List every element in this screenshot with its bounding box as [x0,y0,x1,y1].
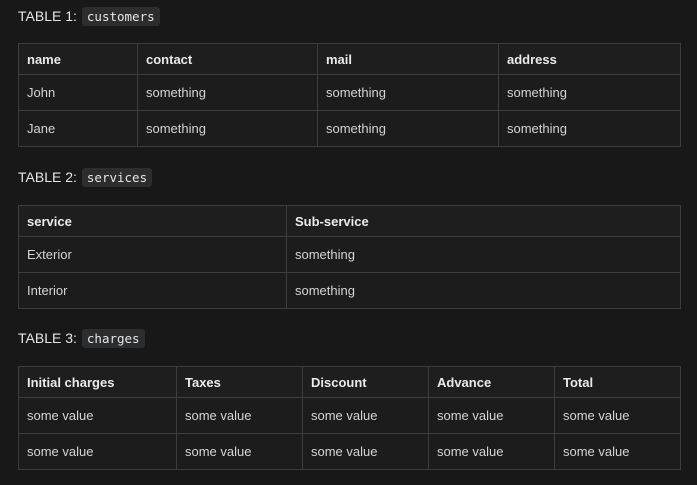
table-cell: something [317,110,499,147]
column-header: name [18,43,138,75]
column-header: Discount [302,366,429,398]
table-cell: Interior [18,272,287,309]
table-cell: something [286,272,681,309]
customers-table: name contact mail address John something… [18,43,681,147]
table-2-caption-code: services [81,167,153,187]
table-header-row: service Sub-service [18,205,681,237]
table-3-caption-prefix: TABLE 3: [18,330,77,346]
table-3-caption: TABLE 3: charges [18,327,145,349]
table-row: some value some value some value some va… [18,433,681,470]
table-row: Interior something [18,272,681,309]
table-cell: some value [554,397,681,434]
column-header: Total [554,366,681,398]
table-cell: something [498,110,681,147]
table-2-caption: TABLE 2: services [18,166,153,188]
table-1-caption-code: customers [81,6,160,26]
table-cell: some value [302,397,429,434]
charges-table: Initial charges Taxes Discount Advance T… [18,366,681,470]
table-cell: something [137,74,318,111]
column-header: Initial charges [18,366,177,398]
table-cell: something [498,74,681,111]
table-row: some value some value some value some va… [18,397,681,434]
table-cell: some value [428,433,555,470]
table-1-caption: TABLE 1: customers [18,5,160,27]
column-header: Sub-service [286,205,681,237]
table-cell: something [317,74,499,111]
table-cell: some value [554,433,681,470]
table-cell: something [137,110,318,147]
table-cell: some value [18,433,177,470]
column-header: mail [317,43,499,75]
table-header-row: Initial charges Taxes Discount Advance T… [18,366,681,398]
table-3-caption-code: charges [81,328,145,348]
table-cell: some value [302,433,429,470]
table-cell: Exterior [18,236,287,273]
table-cell: something [286,236,681,273]
column-header: service [18,205,287,237]
table-cell: John [18,74,138,111]
table-row: Exterior something [18,236,681,273]
table-cell: some value [176,433,303,470]
table-cell: some value [428,397,555,434]
table-2-caption-prefix: TABLE 2: [18,169,77,185]
table-header-row: name contact mail address [18,43,681,75]
table-row: John something something something [18,74,681,111]
table-cell: Jane [18,110,138,147]
column-header: Advance [428,366,555,398]
column-header: contact [137,43,318,75]
table-cell: some value [18,397,177,434]
table-row: Jane something something something [18,110,681,147]
column-header: address [498,43,681,75]
services-table: service Sub-service Exterior something I… [18,205,681,309]
column-header: Taxes [176,366,303,398]
table-cell: some value [176,397,303,434]
table-1-caption-prefix: TABLE 1: [18,8,77,24]
